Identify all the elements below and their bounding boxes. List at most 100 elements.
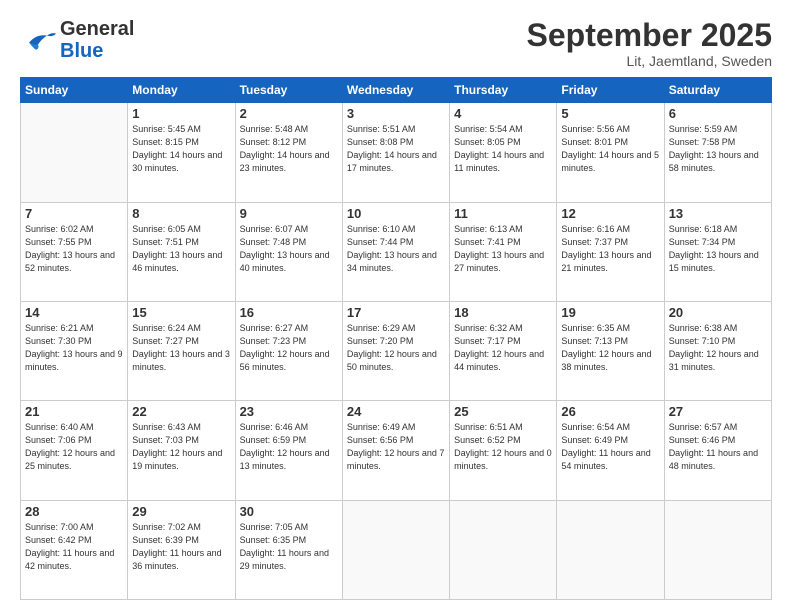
sunrise-label: Sunrise: 6:18 AM: [669, 224, 738, 234]
calendar-cell: 6 Sunrise: 5:59 AMSunset: 7:58 PMDaylight…: [664, 103, 771, 202]
day-number: 20: [669, 305, 767, 320]
day-number: 6: [669, 106, 767, 121]
day-info: Sunrise: 5:56 AMSunset: 8:01 PMDaylight:…: [561, 123, 659, 175]
daylight-label: Daylight: 12 hours and 0 minutes.: [454, 448, 552, 471]
sunset-label: Sunset: 6:52 PM: [454, 435, 521, 445]
day-number: 29: [132, 504, 230, 519]
calendar-week-5: 28Sunrise: 7:00 AMSunset: 6:42 PMDayligh…: [21, 500, 772, 599]
sunrise-label: Sunrise: 6:24 AM: [132, 323, 201, 333]
daylight-label: Daylight: 12 hours and 19 minutes.: [132, 448, 222, 471]
sunrise-label: Sunrise: 6:54 AM: [561, 422, 630, 432]
day-number: 30: [240, 504, 338, 519]
daylight-label: Daylight: 11 hours and 36 minutes.: [132, 548, 221, 571]
logo-general: General: [60, 18, 134, 40]
daylight-label: Daylight: 12 hours and 7 minutes.: [347, 448, 445, 471]
daylight-label: Daylight: 13 hours and 40 minutes.: [240, 250, 330, 273]
calendar-cell: 23Sunrise: 6:46 AMSunset: 6:59 PMDayligh…: [235, 401, 342, 500]
sunrise-label: Sunrise: 6:40 AM: [25, 422, 94, 432]
day-info: Sunrise: 6:02 AMSunset: 7:55 PMDaylight:…: [25, 223, 123, 275]
day-info: Sunrise: 6:49 AMSunset: 6:56 PMDaylight:…: [347, 421, 445, 473]
day-info: Sunrise: 5:48 AMSunset: 8:12 PMDaylight:…: [240, 123, 338, 175]
calendar-cell: 28Sunrise: 7:00 AMSunset: 6:42 PMDayligh…: [21, 500, 128, 599]
calendar-cell: [342, 500, 449, 599]
sunrise-label: Sunrise: 6:13 AM: [454, 224, 523, 234]
day-number: 24: [347, 404, 445, 419]
sunrise-label: Sunrise: 6:35 AM: [561, 323, 630, 333]
calendar-title: September 2025: [527, 18, 772, 53]
calendar-cell: 29 Sunrise: 7:02 AM Sunset: 6:39 PM Dayligh…: [128, 500, 235, 599]
daylight-label: Daylight: 11 hours and 54 minutes.: [561, 448, 650, 471]
day-info: Sunrise: 6:21 AM Sunset: 7:30 PM Daylight:…: [25, 322, 123, 374]
day-number: 1: [132, 106, 230, 121]
calendar-cell: 2 Sunrise: 5:48 AMSunset: 8:12 PMDaylight…: [235, 103, 342, 202]
day-number: 28: [25, 504, 123, 519]
sunset-label: Sunset: 7:44 PM: [347, 237, 414, 247]
sunrise-label: Sunrise: 6:46 AM: [240, 422, 309, 432]
day-info: Sunrise: 5:59 AMSunset: 7:58 PMDaylight:…: [669, 123, 767, 175]
daylight-label: Daylight: 13 hours and 58 minutes.: [669, 150, 759, 173]
daylight-label: Daylight: 13 hours and 27 minutes.: [454, 250, 544, 273]
daylight-label: Daylight: 12 hours and 13 minutes.: [240, 448, 330, 471]
col-wednesday: Wednesday: [342, 78, 449, 103]
calendar-cell: 5Sunrise: 5:56 AMSunset: 8:01 PMDaylight…: [557, 103, 664, 202]
daylight-label: Daylight: 11 hours and 48 minutes.: [669, 448, 758, 471]
day-number: 21: [25, 404, 123, 419]
sunset-label: Sunset: 7:30 PM: [25, 336, 92, 346]
day-number: 18: [454, 305, 552, 320]
sunrise-label: Sunrise: 5:59 AM: [669, 124, 738, 134]
col-sunday: Sunday: [21, 78, 128, 103]
col-saturday: Saturday: [664, 78, 771, 103]
daylight-label: Daylight: 12 hours and 50 minutes.: [347, 349, 437, 372]
sunset-label: Sunset: 7:55 PM: [25, 237, 92, 247]
daylight-label: Daylight: 13 hours and 34 minutes.: [347, 250, 437, 273]
sunrise-label: Sunrise: 7:02 AM: [132, 522, 201, 532]
day-number: 13: [669, 206, 767, 221]
daylight-label: Daylight: 12 hours and 44 minutes.: [454, 349, 544, 372]
sunrise-label: Sunrise: 6:43 AM: [132, 422, 201, 432]
calendar-cell: 20Sunrise: 6:38 AMSunset: 7:10 PMDayligh…: [664, 301, 771, 400]
sunrise-label: Sunrise: 6:57 AM: [669, 422, 738, 432]
day-info: Sunrise: 6:16 AMSunset: 7:37 PMDaylight:…: [561, 223, 659, 275]
sunset-label: Sunset: 8:08 PM: [347, 137, 414, 147]
daylight-label: Daylight: 13 hours and 9 minutes.: [25, 349, 123, 372]
day-number: 17: [347, 305, 445, 320]
day-info: Sunrise: 6:57 AMSunset: 6:46 PMDaylight:…: [669, 421, 767, 473]
day-number: 22: [132, 404, 230, 419]
sunrise-label: Sunrise: 7:05 AM: [240, 522, 309, 532]
calendar-cell: 26Sunrise: 6:54 AMSunset: 6:49 PMDayligh…: [557, 401, 664, 500]
sunrise-label: Sunrise: 6:51 AM: [454, 422, 523, 432]
calendar-cell: 12Sunrise: 6:16 AMSunset: 7:37 PMDayligh…: [557, 202, 664, 301]
calendar-cell: [21, 103, 128, 202]
sunset-label: Sunset: 8:05 PM: [454, 137, 521, 147]
day-number: 3: [347, 106, 445, 121]
day-info: Sunrise: 6:54 AMSunset: 6:49 PMDaylight:…: [561, 421, 659, 473]
day-info: Sunrise: 6:27 AMSunset: 7:23 PMDaylight:…: [240, 322, 338, 374]
calendar-cell: 1Sunrise: 5:45 AMSunset: 8:15 PMDaylight…: [128, 103, 235, 202]
day-info: Sunrise: 5:54 AMSunset: 8:05 PMDaylight:…: [454, 123, 552, 175]
day-info: Sunrise: 6:35 AMSunset: 7:13 PMDaylight:…: [561, 322, 659, 374]
daylight-label: Daylight: 13 hours and 21 minutes.: [561, 250, 651, 273]
calendar-cell: 14Sunrise: 6:21 AMSunset: 7:30 PMDayligh…: [21, 301, 128, 400]
sunset-label: Sunset: 7:23 PM: [240, 336, 307, 346]
sunrise-label: Sunrise: 5:45 AM: [132, 124, 201, 134]
calendar-cell: 24 Sunrise: 6:49 AMSunset: 6:56 PMDayligh…: [342, 401, 449, 500]
calendar-cell: 4Sunrise: 5:54 AMSunset: 8:05 PMDaylight…: [450, 103, 557, 202]
daylight-label: Daylight: 11 hours and 29 minutes.: [240, 548, 329, 571]
daylight-label: Daylight: 12 hours and 56 minutes.: [240, 349, 330, 372]
day-number: 2: [240, 106, 338, 121]
day-number: 27: [669, 404, 767, 419]
sunset-label: Sunset: 7:34 PM: [669, 237, 736, 247]
calendar-cell: [557, 500, 664, 599]
logo-blue: Blue: [60, 40, 103, 62]
sunset-label: Sunset: 6:39 PM: [132, 535, 199, 545]
day-info: Sunrise: 7:02 AM Sunset: 6:39 PM Daylight:…: [132, 521, 230, 573]
calendar-cell: 13Sunrise: 6:18 AMSunset: 7:34 PMDayligh…: [664, 202, 771, 301]
day-number: 25: [454, 404, 552, 419]
daylight-label: Daylight: 13 hours and 46 minutes.: [132, 250, 222, 273]
logo: General Blue: [20, 18, 134, 62]
sunrise-label: Sunrise: 6:02 AM: [25, 224, 94, 234]
calendar-cell: 19Sunrise: 6:35 AMSunset: 7:13 PMDayligh…: [557, 301, 664, 400]
sunrise-label: Sunrise: 6:21 AM: [25, 323, 94, 333]
day-number: 7: [25, 206, 123, 221]
sunrise-label: Sunrise: 6:29 AM: [347, 323, 416, 333]
